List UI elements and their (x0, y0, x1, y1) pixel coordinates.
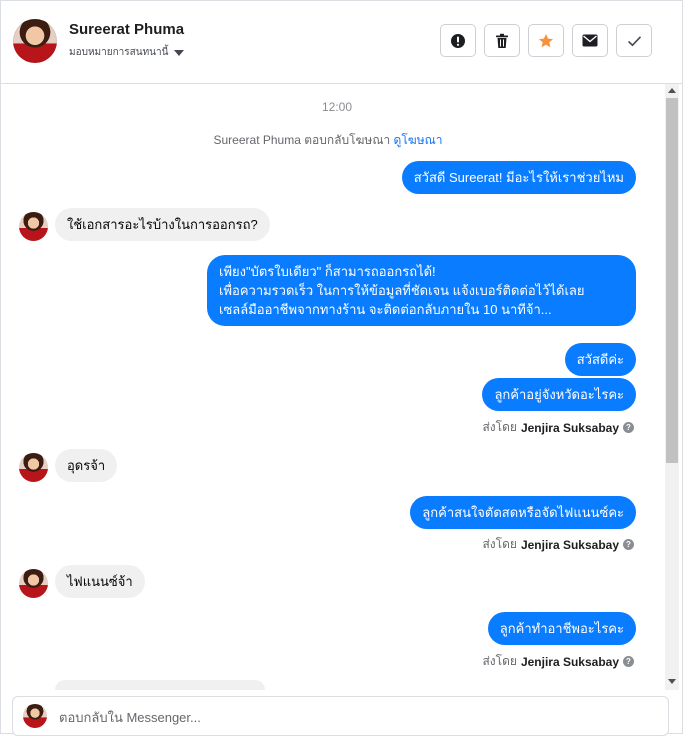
assign-conversation-dropdown[interactable]: มอบหมายการสนทนานี้ (69, 45, 185, 60)
contact-avatar[interactable] (13, 19, 57, 63)
scroll-up-arrow-icon[interactable] (668, 88, 676, 93)
sent-by-prefix: ส่งโดย (482, 537, 517, 551)
conversation-header: Sureerat Phuma มอบหมายการสนทนานี้ (1, 1, 682, 84)
scrollbar-thumb[interactable] (666, 98, 678, 463)
scroll-down-arrow-icon[interactable] (668, 679, 676, 684)
help-icon[interactable]: ? (623, 656, 634, 667)
incoming-message[interactable]: อุดรจ้า (55, 449, 118, 482)
page-avatar (23, 704, 47, 728)
reply-composer[interactable] (12, 696, 669, 736)
incoming-message[interactable]: ใช้เอกสารอะไรบ้างในการออกรถ? (55, 208, 270, 241)
reply-input[interactable] (57, 706, 621, 728)
trash-icon (496, 33, 508, 48)
contact-avatar-small (19, 453, 48, 482)
delete-button[interactable] (484, 24, 520, 57)
contact-avatar-small (19, 569, 48, 598)
mark-unread-button[interactable] (572, 24, 608, 57)
ad-reply-text: Sureerat Phuma ตอบกลับโฆษณา (213, 133, 391, 147)
mark-done-button[interactable] (616, 24, 652, 57)
sent-by-note: ส่งโดย Jenjira Suksabay ? (482, 535, 634, 554)
mail-icon (582, 34, 598, 47)
contact-avatar-small (19, 212, 48, 241)
outgoing-message[interactable]: สวัสดีค่ะ (564, 343, 636, 376)
check-icon (627, 35, 641, 46)
outgoing-message[interactable]: เพียง"บัตรใบเดียว" ก็สามารถออกรถได้! เพื… (207, 255, 636, 326)
contact-name[interactable]: Sureerat Phuma (69, 21, 184, 38)
header-actions (440, 24, 652, 57)
sender-name: Jenjira Suksabay (520, 537, 619, 552)
timestamp: 12:00 (321, 100, 353, 114)
outgoing-message[interactable]: ลูกค้าทำอาชีพอะไรคะ (487, 612, 636, 645)
outgoing-message[interactable]: ลูกค้าอยู่จังหวัดอะไรคะ (482, 378, 636, 411)
sent-by-note: ส่งโดย Jenjira Suksabay ? (482, 652, 634, 671)
message-line: เพื่อความรวดเร็ว ในการให้ข้อมูลที่ชัดเจน… (219, 283, 585, 298)
sender-name: Jenjira Suksabay (520, 420, 619, 435)
mark-spam-button[interactable] (440, 24, 476, 57)
conversation-panel: Sureerat Phuma มอบหมายการสนทนานี้ 12:00 … (0, 0, 683, 736)
help-icon[interactable]: ? (623, 422, 634, 433)
outgoing-message[interactable]: สวัสดี Sureerat! มีอะไรให้เราช่วยไหม (401, 161, 636, 194)
incoming-message[interactable]: ไฟแนนซ์จ้า (55, 565, 145, 598)
message-line: เซลล์มืออาชีพจากทางร้าน จะติดต่อกลับภายใ… (219, 302, 552, 317)
star-button[interactable] (528, 24, 564, 57)
message-thread[interactable]: 12:00 Sureerat Phuma ตอบกลับโฆษณา ดูโฆษณ… (1, 84, 682, 690)
caret-down-icon (174, 49, 185, 56)
sender-name: Jenjira Suksabay (520, 654, 619, 669)
sent-by-prefix: ส่งโดย (482, 654, 517, 668)
help-icon[interactable]: ? (623, 539, 634, 550)
star-icon (539, 33, 553, 47)
alert-icon (451, 33, 465, 48)
incoming-message-partial (55, 680, 265, 690)
view-ad-link[interactable]: ดูโฆษณา (394, 133, 443, 147)
assign-label: มอบหมายการสนทนานี้ (69, 47, 169, 58)
sent-by-prefix: ส่งโดย (482, 420, 517, 434)
ad-reply-note: Sureerat Phuma ตอบกลับโฆษณา ดูโฆษณา (1, 131, 655, 150)
outgoing-message[interactable]: ลูกค้าสนใจตัดสดหรือจัดไฟแนนซ์คะ (410, 496, 636, 529)
scrollbar[interactable] (665, 84, 679, 690)
sent-by-note: ส่งโดย Jenjira Suksabay ? (482, 418, 634, 437)
message-line: เพียง"บัตรใบเดียว" ก็สามารถออกรถได้! (219, 264, 436, 279)
